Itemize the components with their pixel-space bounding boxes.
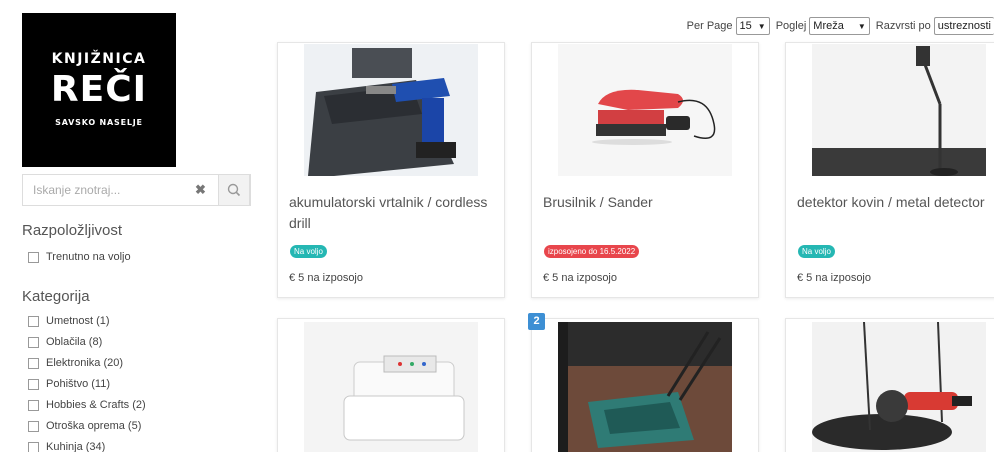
- filter-label: Kuhinja (34): [46, 441, 106, 452]
- search-box: ✖: [22, 174, 251, 206]
- per-page-label: Per Page: [686, 20, 733, 32]
- category-filter[interactable]: Hobbies & Crafts (2): [28, 397, 146, 413]
- product-title[interactable]: detektor kovin / metal detector: [797, 192, 994, 213]
- filter-label: Elektronika (20): [46, 357, 124, 369]
- product-price: € 5 na izposojo: [797, 272, 871, 284]
- category-filter[interactable]: Kuhinja (34): [28, 439, 105, 452]
- category-filter[interactable]: Umetnost (1): [28, 313, 110, 329]
- clear-icon[interactable]: ✖: [195, 182, 206, 198]
- sort-value: ustreznosti: [937, 20, 991, 32]
- product-title[interactable]: Brusilnik / Sander: [543, 192, 748, 213]
- checkbox[interactable]: [28, 357, 39, 369]
- filter-label: Trenutno na voljo: [46, 251, 131, 263]
- angle-grinder-photo[interactable]: [812, 322, 986, 452]
- checkbox[interactable]: [28, 420, 39, 432]
- category-filter[interactable]: Otroška oprema (5): [28, 418, 141, 434]
- status-badge: Na voljo: [290, 245, 327, 258]
- image-count-badge: 2: [528, 313, 545, 330]
- filter-label: Otroška oprema (5): [46, 420, 142, 432]
- checkbox[interactable]: [28, 251, 39, 263]
- chevron-down-icon: ▼: [757, 21, 766, 31]
- product-card[interactable]: Brusilnik / Sander izposojeno do 16.5.20…: [531, 42, 759, 298]
- product-card[interactable]: [277, 318, 505, 452]
- availability-filter[interactable]: Trenutno na voljo: [28, 249, 131, 265]
- metal-detector-photo[interactable]: [812, 44, 986, 176]
- results-toolbar: Per Page 15 ▼ Poglej Mreža ▼ Razvrsti po u…: [687, 16, 994, 36]
- search-input[interactable]: [23, 175, 198, 205]
- per-page-select[interactable]: 15 ▼: [735, 17, 770, 35]
- logo-line-3: SAVSKO NASELJE: [55, 118, 143, 127]
- per-page-value: 15: [739, 20, 752, 32]
- checkbox[interactable]: [28, 336, 39, 348]
- filter-label: Pohištvo (11): [46, 378, 110, 390]
- product-card[interactable]: detektor kovin / metal detector Na voljo…: [785, 42, 994, 298]
- category-filter[interactable]: Oblačila (8): [28, 334, 102, 350]
- product-card[interactable]: [531, 318, 759, 452]
- category-filter[interactable]: Elektronika (20): [28, 355, 123, 371]
- filter-label: Oblačila (8): [46, 336, 103, 348]
- product-price: € 5 na izposojo: [543, 272, 617, 284]
- category-filter[interactable]: Pohištvo (11): [28, 376, 110, 392]
- availability-heading: Razpoložljivost: [22, 222, 123, 239]
- chevron-down-icon: ▼: [857, 21, 866, 31]
- sewing-machine-photo[interactable]: [304, 322, 478, 452]
- cordless-drill-photo[interactable]: [304, 44, 478, 176]
- status-badge: Na voljo: [798, 245, 835, 258]
- sort-label: Razvrsti po: [875, 20, 931, 32]
- lawn-mower-photo[interactable]: [558, 322, 732, 452]
- sander-photo[interactable]: [558, 44, 732, 176]
- search-button[interactable]: [218, 174, 250, 206]
- filter-label: Umetnost (1): [46, 315, 110, 327]
- checkbox[interactable]: [28, 399, 39, 411]
- logo-line-2: REČI: [50, 69, 148, 110]
- product-card[interactable]: [785, 318, 994, 452]
- sort-select[interactable]: ustreznosti: [933, 17, 994, 35]
- product-price: € 5 na izposojo: [289, 272, 363, 284]
- status-badge: izposojeno do 16.5.2022: [544, 245, 640, 258]
- checkbox[interactable]: [28, 378, 39, 390]
- product-title[interactable]: akumulatorski vrtalnik / cordless drill: [289, 192, 494, 234]
- filter-label: Hobbies & Crafts (2): [46, 399, 146, 411]
- logo-line-1: KNJIŽNICA: [51, 51, 147, 67]
- view-label: Poglej: [775, 20, 807, 32]
- checkbox[interactable]: [28, 315, 39, 327]
- category-heading: Kategorija: [22, 288, 90, 305]
- view-value: Mreža: [813, 20, 844, 32]
- search-icon: [227, 183, 241, 197]
- product-card[interactable]: akumulatorski vrtalnik / cordless drill …: [277, 42, 505, 298]
- view-select[interactable]: Mreža ▼: [809, 17, 870, 35]
- checkbox[interactable]: [28, 441, 39, 452]
- library-logo[interactable]: KNJIŽNICA REČI SAVSKO NASELJE: [22, 13, 176, 167]
